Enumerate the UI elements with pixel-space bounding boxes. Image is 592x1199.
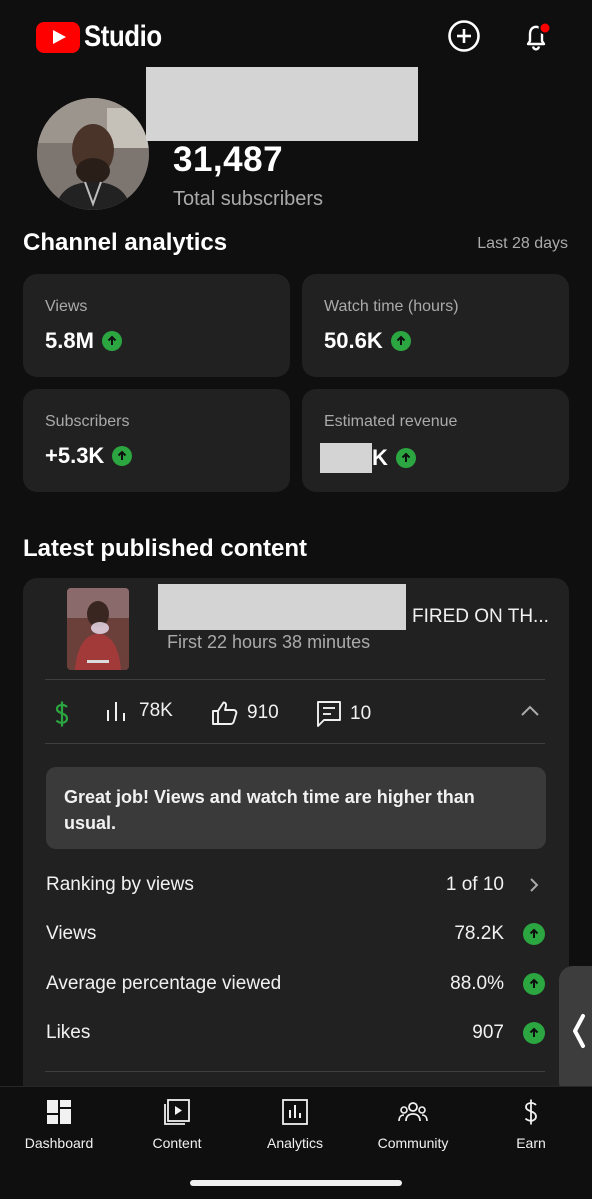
studio-logo[interactable]: Studio <box>36 20 174 54</box>
chevron-left-icon <box>573 1014 585 1048</box>
comment-icon <box>316 700 342 728</box>
redacted-video-title <box>158 584 406 630</box>
nav-label: Dashboard <box>24 1135 94 1151</box>
video-stats-row: 78K 910 10 <box>23 682 569 744</box>
card-value: K <box>320 443 416 473</box>
video-time-period: First 22 hours 38 minutes <box>167 632 371 652</box>
up-arrow-icon <box>522 972 546 996</box>
views-card[interactable]: Views 5.8M <box>23 274 290 377</box>
up-arrow-icon <box>101 331 122 351</box>
video-views-stat: 78K <box>105 700 173 722</box>
subscriber-label: Total subscribers <box>173 188 324 210</box>
avatar-photo <box>37 98 149 210</box>
up-arrow-icon <box>112 446 133 466</box>
divider <box>45 679 545 680</box>
row-value: 78.2K <box>454 923 504 944</box>
video-likes-stat: 910 <box>211 700 279 726</box>
community-icon <box>398 1097 428 1127</box>
monetization-status[interactable] <box>51 700 73 728</box>
watch-time-value: 50.6K <box>324 328 383 353</box>
app-header: Studio <box>0 0 592 76</box>
performance-banner: Great job! Views and watch time are high… <box>46 767 546 849</box>
chevron-up-icon <box>521 705 539 716</box>
thumb-up-icon <box>211 700 239 726</box>
card-value: +5.3K <box>45 443 133 469</box>
video-thumbnail[interactable] <box>67 588 129 670</box>
nav-label: Analytics <box>266 1135 324 1151</box>
plus-circle-icon <box>448 20 480 52</box>
card-label: Estimated revenue <box>324 413 458 430</box>
up-arrow-icon <box>522 922 546 946</box>
card-label: Watch time (hours) <box>324 298 459 315</box>
subscriber-count: 31,487 <box>173 140 284 179</box>
row-value: 88.0% <box>450 973 504 994</box>
row-label: Views <box>46 923 97 944</box>
card-label: Subscribers <box>45 413 130 430</box>
channel-profile: 31,487 Total subscribers <box>0 66 592 216</box>
up-arrow-icon <box>390 331 411 351</box>
nav-analytics[interactable]: Analytics <box>236 1097 354 1151</box>
card-label: Views <box>45 298 88 315</box>
watch-time-card[interactable]: Watch time (hours) 50.6K <box>302 274 569 377</box>
up-arrow-icon <box>395 448 416 468</box>
nav-label: Content <box>152 1135 202 1151</box>
dollar-icon <box>55 701 69 727</box>
ranking-row[interactable]: Ranking by views 1 of 10 <box>46 871 546 901</box>
nav-label: Community <box>377 1135 449 1151</box>
up-arrow-icon <box>522 1021 546 1045</box>
chevron-right-icon <box>522 873 546 897</box>
channel-analytics-title: Channel analytics <box>23 229 228 256</box>
thumbnail-image <box>67 588 129 670</box>
create-button[interactable] <box>446 18 482 54</box>
nav-label: Earn <box>516 1135 546 1151</box>
subscribers-card[interactable]: Subscribers +5.3K <box>23 389 290 492</box>
dashboard-icon <box>44 1097 74 1127</box>
views-count: 78K <box>139 700 173 721</box>
logo-text: Studio <box>84 20 162 53</box>
subscribers-value: +5.3K <box>45 443 105 468</box>
side-panel-handle[interactable] <box>559 966 592 1096</box>
revenue-card[interactable]: Estimated revenue K <box>302 389 569 492</box>
latest-content-card: FIRED ON TH... First 22 hours 38 minutes… <box>23 578 569 1098</box>
latest-content-title: Latest published content <box>23 535 308 562</box>
home-indicator[interactable] <box>190 1180 402 1186</box>
avg-percentage-row: Average percentage viewed 88.0% <box>46 970 546 1000</box>
divider <box>45 743 545 744</box>
video-comments-stat: 10 <box>316 700 371 728</box>
comments-count: 10 <box>350 703 372 724</box>
redacted-channel-name <box>146 67 418 141</box>
row-value: 1 of 10 <box>445 874 504 895</box>
card-value: 5.8M <box>45 328 122 354</box>
row-label: Average percentage viewed <box>46 973 282 994</box>
content-icon <box>162 1097 192 1127</box>
nav-community[interactable]: Community <box>354 1097 472 1151</box>
channel-avatar[interactable] <box>37 98 149 210</box>
revenue-value: K <box>372 445 388 470</box>
nav-content[interactable]: Content <box>118 1097 236 1151</box>
redacted-revenue <box>320 443 372 473</box>
video-title[interactable]: FIRED ON TH... <box>412 606 549 628</box>
notifications-button[interactable] <box>518 18 554 54</box>
bar-chart-icon <box>105 700 131 722</box>
nav-dashboard[interactable]: Dashboard <box>0 1097 118 1151</box>
views-row: Views 78.2K <box>46 920 546 950</box>
row-label: Ranking by views <box>46 874 194 895</box>
bell-icon <box>526 21 552 51</box>
card-value: 50.6K <box>324 328 411 354</box>
likes-row: Likes 907 <box>46 1019 546 1049</box>
row-value: 907 <box>472 1022 504 1043</box>
dollar-icon <box>516 1097 546 1127</box>
row-label: Likes <box>46 1022 91 1043</box>
notification-dot <box>538 21 552 35</box>
period-label: Last 28 days <box>477 235 568 252</box>
likes-count: 910 <box>247 702 279 723</box>
analytics-icon <box>280 1097 310 1127</box>
views-value: 5.8M <box>45 328 94 353</box>
nav-earn[interactable]: Earn <box>472 1097 590 1151</box>
collapse-button[interactable] <box>519 704 541 718</box>
youtube-play-icon <box>36 21 80 53</box>
divider <box>45 1071 545 1072</box>
